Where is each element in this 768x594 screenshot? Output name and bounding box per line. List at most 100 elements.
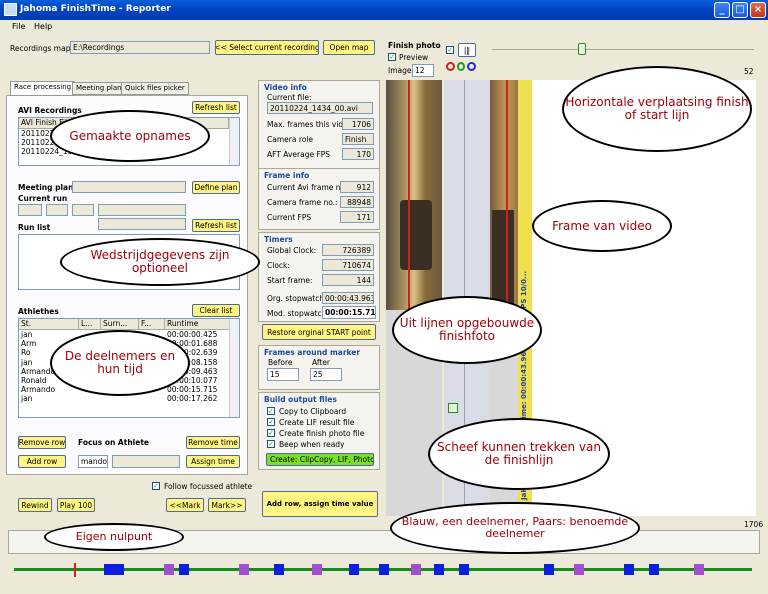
- close-button[interactable]: ×: [750, 2, 766, 18]
- run-field-4[interactable]: [98, 204, 186, 216]
- meeting-plan-field[interactable]: [72, 181, 186, 193]
- red-toggle-icon[interactable]: [446, 62, 455, 71]
- zero-point-marker[interactable]: [74, 563, 76, 577]
- athletes-title: Athlethes: [18, 307, 59, 316]
- athlete-marker[interactable]: [379, 564, 389, 575]
- named-athlete-marker[interactable]: [312, 564, 322, 575]
- tab-quick-files[interactable]: Quick files picker: [121, 82, 189, 95]
- menu-help[interactable]: Help: [34, 22, 52, 31]
- mod-stopwatch-label: Mod. stopwatch:: [267, 309, 329, 318]
- before-spinner[interactable]: 15: [267, 368, 299, 381]
- tab-meeting-plan[interactable]: Meeting plan: [72, 82, 126, 95]
- minimize-button[interactable]: _: [714, 2, 730, 18]
- refresh-run-button[interactable]: Refresh list: [192, 219, 240, 232]
- open-map-button[interactable]: Open map: [323, 40, 375, 55]
- add-row-button[interactable]: Add row: [18, 455, 66, 468]
- annotation-blauw: Blauw, een deelnemer, Paars: benoemde de…: [390, 502, 640, 554]
- remove-row-button[interactable]: Remove row: [18, 436, 66, 449]
- athlete-marker[interactable]: [649, 564, 659, 575]
- col-surname[interactable]: Surn...: [101, 319, 139, 329]
- annotation-nulpunt: Eigen nulpunt: [44, 523, 184, 551]
- mark-prev-button[interactable]: <<Mark: [166, 498, 204, 512]
- create-output-button[interactable]: Create: ClipCopy, LIF, Photo: [266, 453, 374, 466]
- assign-time-button[interactable]: Assign time: [186, 455, 240, 468]
- option-checkbox[interactable]: ✓: [446, 46, 454, 54]
- col-runtime[interactable]: Runtime: [165, 319, 231, 329]
- build-option-checkbox[interactable]: ✓: [267, 418, 275, 426]
- avi-scrollbar[interactable]: [229, 118, 239, 165]
- horizontal-slider-thumb[interactable]: [578, 43, 586, 55]
- tab-race-processing[interactable]: Race processing: [10, 81, 76, 96]
- define-plan-button[interactable]: Define plan: [192, 181, 240, 194]
- menu-file[interactable]: File: [12, 22, 25, 31]
- play-button[interactable]: Play 100: [57, 498, 95, 512]
- annotation-horizontale: Horizontale verplaatsing finish of start…: [562, 66, 752, 152]
- col-st[interactable]: St.: [19, 319, 79, 329]
- clear-list-button[interactable]: Clear list: [192, 304, 240, 317]
- current-file-field: 20110224_1434_00.avi: [267, 102, 373, 114]
- annotation-deelnemers: De deelnemers en hun tijd: [50, 330, 190, 396]
- named-athlete-marker[interactable]: [164, 564, 174, 575]
- finish-photo-title: Finish photo: [388, 41, 441, 50]
- refresh-avi-button[interactable]: Refresh list: [192, 101, 240, 114]
- mark-next-button[interactable]: Mark>>: [208, 498, 246, 512]
- aft-fps-field: 170: [342, 148, 374, 160]
- rewind-button[interactable]: Rewind: [18, 498, 52, 512]
- athlete-marker[interactable]: [104, 564, 114, 575]
- run-field-3[interactable]: [72, 204, 94, 216]
- max-frames-field: 1706: [342, 118, 374, 130]
- annotation-wedstrijd: Wedstrijdgegevens zijn optioneel: [60, 238, 260, 286]
- build-option-checkbox[interactable]: ✓: [267, 407, 275, 415]
- named-athlete-marker[interactable]: [574, 564, 584, 575]
- current-file-label: Current file:: [267, 93, 312, 102]
- after-spinner[interactable]: 25: [310, 368, 342, 381]
- athlete-marker[interactable]: [179, 564, 189, 575]
- follow-checkbox[interactable]: ✓: [152, 482, 160, 490]
- camera-role-label: Camera role: [267, 135, 314, 144]
- green-toggle-icon[interactable]: [456, 62, 466, 71]
- athlete-marker[interactable]: [459, 564, 469, 575]
- athlete-marker[interactable]: [349, 564, 359, 575]
- build-option-checkbox[interactable]: ✓: [267, 440, 275, 448]
- build-option-checkbox[interactable]: ✓: [267, 429, 275, 437]
- timeline-track[interactable]: [14, 560, 752, 580]
- blue-toggle-icon[interactable]: [467, 62, 477, 71]
- run-field-2[interactable]: [46, 204, 68, 216]
- focus-athlete-field[interactable]: mando: [78, 455, 108, 468]
- run-field-1[interactable]: [18, 204, 42, 216]
- athletes-scrollbar[interactable]: [229, 319, 239, 417]
- recordings-path-field[interactable]: E:\Recordings: [70, 41, 210, 54]
- select-recording-button[interactable]: << Select current recording: [215, 40, 319, 55]
- after-label: After: [312, 358, 331, 367]
- preview-checkbox[interactable]: ✓: [388, 53, 396, 61]
- athlete-marker[interactable]: [544, 564, 554, 575]
- athlete-marker[interactable]: [624, 564, 634, 575]
- images-spinner[interactable]: 12: [412, 64, 434, 77]
- athlete-marker[interactable]: [274, 564, 284, 575]
- athlete-runtime: 00:00:00.425: [167, 330, 218, 339]
- add-assign-button[interactable]: Add row, assign time value: [262, 491, 378, 517]
- max-frames-label: Max. frames this video: [267, 120, 353, 129]
- named-athlete-marker[interactable]: [694, 564, 704, 575]
- named-athlete-marker[interactable]: [411, 564, 421, 575]
- col-f[interactable]: F...: [139, 319, 165, 329]
- focus-athlete-extra[interactable]: [112, 455, 180, 468]
- skew-handle[interactable]: [448, 403, 458, 413]
- athlete-runtime: 00:00:15.715: [167, 385, 218, 395]
- run-field-5[interactable]: [98, 218, 186, 230]
- maximize-button[interactable]: □: [732, 2, 748, 18]
- split-view-button[interactable]: |‖: [458, 43, 476, 57]
- focus-label: Focus on Athlete: [78, 438, 149, 447]
- camera-frame-label: Camera frame no.:: [267, 198, 338, 207]
- mod-stopwatch-field: 00:00:15.715: [322, 306, 376, 319]
- col-l[interactable]: L...: [79, 319, 101, 329]
- named-athlete-marker[interactable]: [239, 564, 249, 575]
- remove-time-button[interactable]: Remove time: [186, 436, 240, 449]
- horizontal-slider-track[interactable]: [492, 49, 754, 50]
- athlete-marker[interactable]: [114, 564, 124, 575]
- timers-title: Timers: [264, 235, 293, 244]
- athlete-marker[interactable]: [434, 564, 444, 575]
- restore-start-button[interactable]: Restore orginal START point: [262, 324, 376, 340]
- annotation-frame: Frame van video: [532, 200, 672, 252]
- build-option-label: Beep when ready: [279, 440, 345, 449]
